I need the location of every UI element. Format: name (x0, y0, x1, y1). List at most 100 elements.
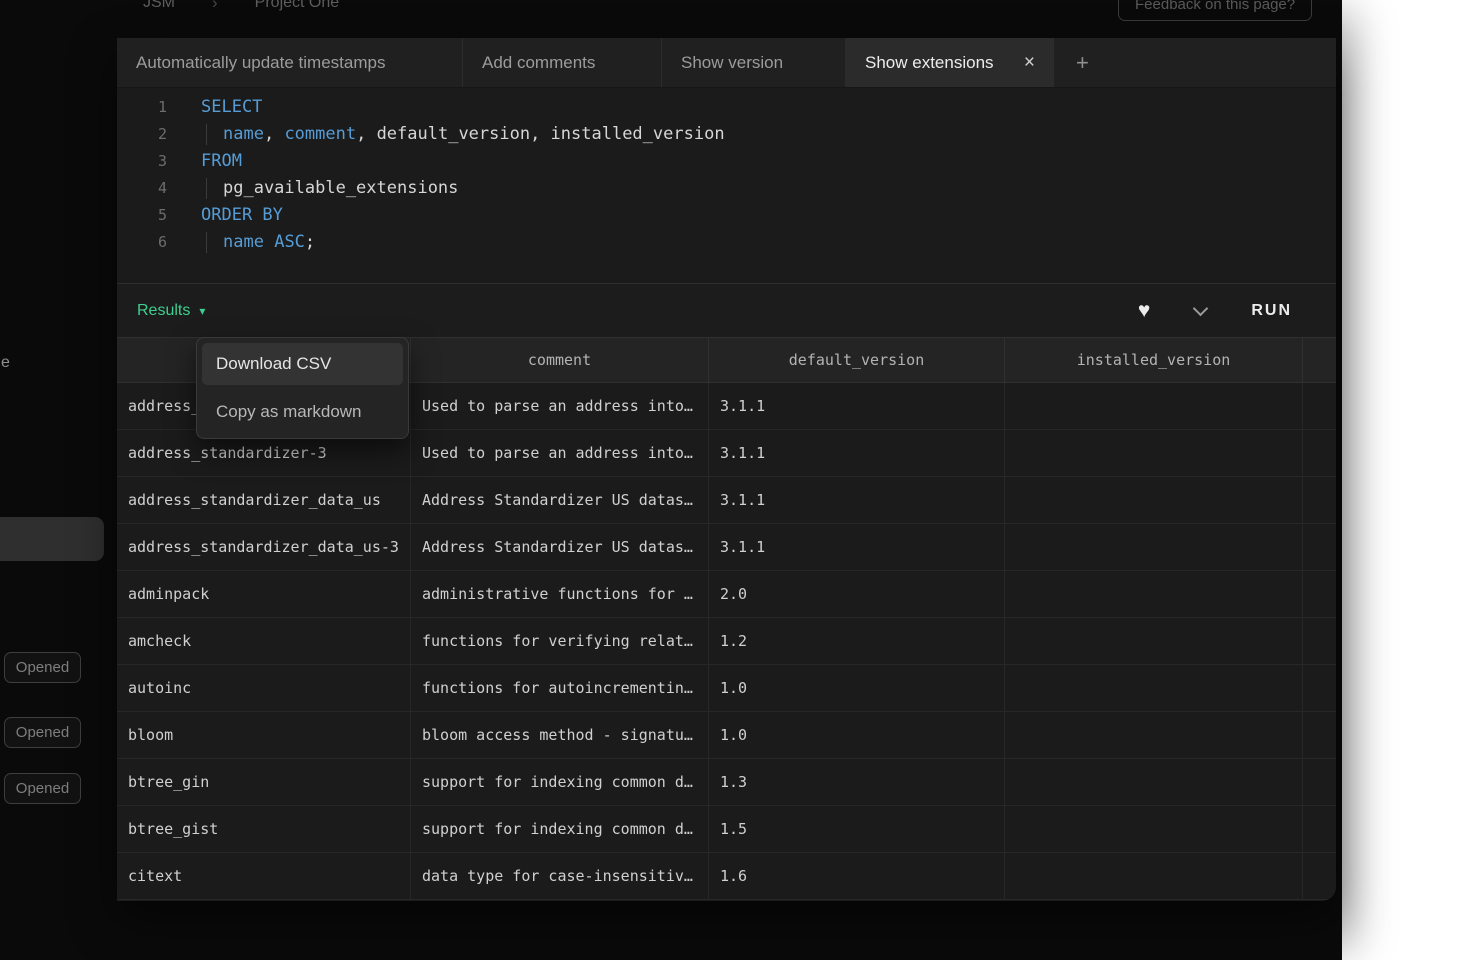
cell-default-version: 1.6 (709, 853, 1005, 899)
tab-automatically-update-timestamps[interactable]: Automatically update timestamps (117, 38, 463, 87)
line-number: 5 (117, 202, 167, 229)
table-row[interactable]: adminpackadministrative functions for …2… (117, 571, 1336, 618)
cell-name: btree_gin (117, 759, 411, 805)
caret-down-icon[interactable]: ▾ (199, 304, 205, 318)
favorite-heart-icon[interactable]: ♥ (1138, 300, 1150, 321)
code-text: SELECT (201, 94, 262, 121)
cell-installed-version (1005, 571, 1303, 617)
sidebar-text-fragment: e (1, 354, 10, 372)
code-line: 2 name, comment, default_version, install… (117, 121, 1336, 148)
cell-default-version: 1.0 (709, 712, 1005, 758)
cell-default-version: 1.2 (709, 618, 1005, 664)
table-row[interactable]: bloombloom access method - signatu…1.0 (117, 712, 1336, 759)
line-number: 2 (117, 121, 167, 148)
table-body: address_standardizerUsed to parse an add… (117, 383, 1336, 900)
cell-comment: functions for verifying relat… (411, 618, 709, 664)
cell-name: adminpack (117, 571, 411, 617)
cell-installed-version (1005, 665, 1303, 711)
cell-comment: administrative functions for … (411, 571, 709, 617)
cell-installed-version (1005, 853, 1303, 899)
code-text: FROM (201, 148, 242, 175)
opened-badge: Opened (4, 717, 81, 748)
code-line: 3FROM (117, 148, 1336, 175)
tab-show-extensions[interactable]: Show extensions × (846, 38, 1054, 87)
tab-label: Automatically update timestamps (136, 53, 385, 73)
cell-default-version: 1.5 (709, 806, 1005, 852)
table-row[interactable]: address_standardizer_data_usAddress Stan… (117, 477, 1336, 524)
cell-installed-version (1005, 712, 1303, 758)
cell-name: autoinc (117, 665, 411, 711)
cell-default-version: 2.0 (709, 571, 1005, 617)
table-row[interactable]: amcheckfunctions for verifying relat…1.2 (117, 618, 1336, 665)
line-number: 6 (117, 229, 167, 256)
cell-installed-version (1005, 477, 1303, 523)
code-text: pg_available_extensions (201, 175, 458, 202)
tab-bar: Automatically update timestamps Add comme… (117, 38, 1336, 88)
code-text: name ASC; (201, 229, 315, 256)
tab-label: Show extensions (865, 53, 994, 73)
code-text: ORDER BY (201, 202, 283, 229)
cell-comment: Used to parse an address into… (411, 383, 709, 429)
table-row[interactable]: btree_gistsupport for indexing common d…… (117, 806, 1336, 853)
menu-item-download-csv[interactable]: Download CSV (202, 343, 403, 385)
breadcrumb-org[interactable]: JSM (143, 0, 175, 13)
code-line: 5 ORDER BY (117, 202, 1336, 229)
results-dropdown[interactable]: Results (137, 302, 190, 320)
cell-installed-version (1005, 383, 1303, 429)
cell-default-version: 3.1.1 (709, 430, 1005, 476)
cell-installed-version (1005, 618, 1303, 664)
cell-comment: support for indexing common d… (411, 759, 709, 805)
opened-badge: Opened (4, 652, 81, 683)
breadcrumb-project[interactable]: Project One (255, 0, 339, 13)
cell-comment: bloom access method - signatu… (411, 712, 709, 758)
feedback-button-label: Feedback on this page? (1135, 0, 1295, 13)
cell-comment: functions for autoincrementin… (411, 665, 709, 711)
cell-installed-version (1005, 759, 1303, 805)
cell-installed-version (1005, 524, 1303, 570)
cell-name: btree_gist (117, 806, 411, 852)
column-header-default-version[interactable]: default_version (709, 338, 1005, 382)
cell-default-version: 1.3 (709, 759, 1005, 805)
editor-lines: 1 SELECT 2 name, comment, default_version, … (117, 94, 1336, 256)
feedback-button[interactable]: Feedback on this page? (1118, 0, 1312, 21)
table-row[interactable]: address_standardizer_data_us-3Address St… (117, 524, 1336, 571)
indent-guide (206, 124, 207, 145)
results-context-menu: Download CSV Copy as markdown (196, 337, 409, 439)
tab-add-comments[interactable]: Add comments (463, 38, 662, 87)
cell-installed-version (1005, 806, 1303, 852)
table-row[interactable]: autoincfunctions for autoincrementin…1.0 (117, 665, 1336, 712)
tab-label: Add comments (482, 53, 595, 73)
sidebar-hover-item[interactable] (0, 517, 104, 561)
menu-item-copy-as-markdown[interactable]: Copy as markdown (202, 391, 403, 433)
sql-code-editor[interactable]: 1 SELECT 2 name, comment, default_version, … (117, 88, 1336, 283)
cell-comment: Address Standardizer US datas… (411, 524, 709, 570)
column-header-installed-version[interactable]: installed_version (1005, 338, 1303, 382)
cell-installed-version (1005, 430, 1303, 476)
table-row[interactable]: btree_ginsupport for indexing common d…1… (117, 759, 1336, 806)
code-line: 4pg_available_extensions (117, 175, 1336, 202)
chevron-down-icon[interactable] (1193, 300, 1209, 316)
run-button[interactable]: RUN (1251, 302, 1292, 320)
table-row[interactable]: citextdata type for case-insensitiv…1.6 (117, 853, 1336, 900)
code-text: name, comment, default_version, installe… (201, 121, 725, 148)
code-line: 6 name ASC; (117, 229, 1336, 256)
cell-name: citext (117, 853, 411, 899)
cell-default-version: 1.0 (709, 665, 1005, 711)
cell-comment: Used to parse an address into… (411, 430, 709, 476)
close-tab-icon[interactable]: × (1024, 53, 1035, 72)
cell-name: address_standardizer_data_us-3 (117, 524, 411, 570)
opened-badge: Opened (4, 773, 81, 804)
tab-show-version[interactable]: Show version (662, 38, 846, 87)
new-tab-button[interactable]: + (1076, 38, 1089, 87)
breadcrumb: JSM › Project One (143, 0, 339, 13)
line-number: 1 (117, 94, 167, 121)
cell-name: amcheck (117, 618, 411, 664)
indent-guide (206, 178, 207, 199)
cell-name: bloom (117, 712, 411, 758)
code-line: 1 SELECT (117, 94, 1336, 121)
cell-name: address_standardizer_data_us (117, 477, 411, 523)
sql-editor-window: Automatically update timestamps Add comme… (117, 38, 1336, 901)
cell-default-version: 3.1.1 (709, 477, 1005, 523)
column-header-comment[interactable]: comment (411, 338, 709, 382)
cell-default-version: 3.1.1 (709, 524, 1005, 570)
